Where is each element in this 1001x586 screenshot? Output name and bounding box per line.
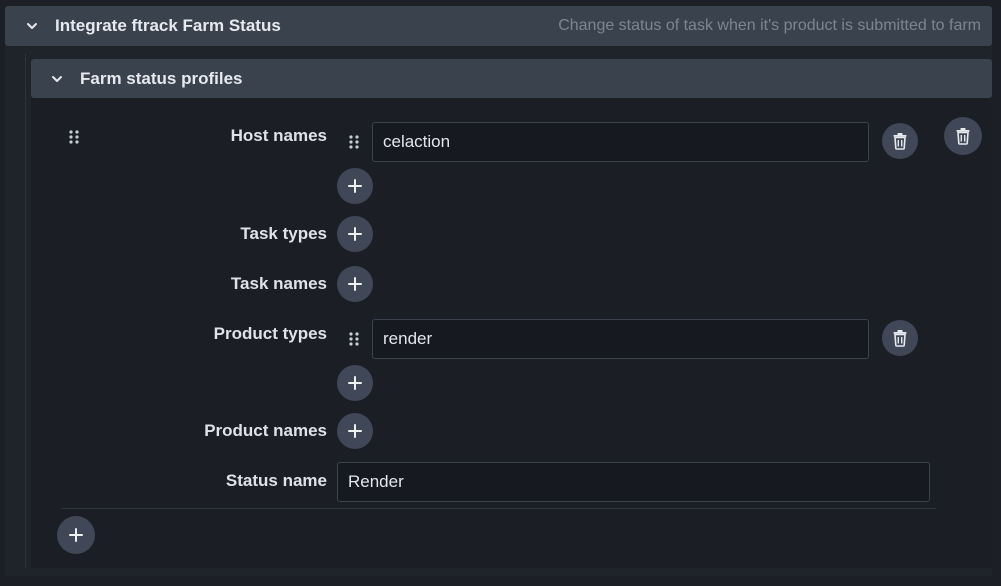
add-task-type-button[interactable] — [337, 216, 373, 252]
host-names-label: Host names — [230, 126, 327, 145]
add-product-name-button[interactable] — [337, 413, 373, 449]
plus-icon — [348, 376, 362, 390]
chevron-down-icon[interactable] — [26, 20, 38, 32]
trash-icon — [892, 329, 908, 347]
add-profile-button[interactable] — [57, 516, 95, 554]
profile-divider — [61, 508, 936, 509]
product-type-drag-handle-icon[interactable] — [348, 331, 360, 347]
section-title: Integrate ftrack Farm Status — [55, 16, 281, 35]
section-indent-rail — [25, 53, 26, 568]
add-product-type-button[interactable] — [337, 365, 373, 401]
add-task-name-button[interactable] — [337, 266, 373, 302]
status-name-value: Render — [348, 472, 404, 491]
status-name-label: Status name — [225, 471, 327, 490]
product-types-label: Product types — [213, 324, 327, 343]
plus-icon — [348, 424, 362, 438]
host-name-value: celaction — [383, 132, 451, 151]
product-names-label: Product names — [204, 421, 327, 440]
section-header-integrate-ftrack-farm-status[interactable]: Integrate ftrack Farm Status Change stat… — [5, 6, 992, 46]
add-host-name-button[interactable] — [337, 168, 373, 204]
host-name-drag-handle-icon[interactable] — [348, 134, 360, 150]
plus-icon — [348, 277, 362, 291]
plus-icon — [69, 528, 83, 542]
delete-profile-button[interactable] — [944, 117, 982, 155]
settings-panel: Integrate ftrack Farm Status Change stat… — [0, 0, 1001, 586]
subsection-title: Farm status profiles — [80, 68, 243, 88]
chevron-down-icon[interactable] — [51, 73, 63, 85]
trash-icon — [892, 132, 908, 150]
task-names-label: Task names — [230, 274, 327, 293]
delete-host-name-button[interactable] — [882, 123, 918, 159]
subsection-header-farm-status-profiles[interactable]: Farm status profiles — [31, 59, 992, 98]
plus-icon — [348, 179, 362, 193]
delete-product-type-button[interactable] — [882, 320, 918, 356]
status-name-input[interactable]: Render — [337, 462, 930, 502]
product-type-input[interactable]: render — [372, 319, 869, 359]
host-name-input[interactable]: celaction — [372, 122, 869, 162]
trash-icon — [955, 127, 971, 145]
plus-icon — [348, 227, 362, 241]
section-description: Change status of task when it's product … — [558, 17, 981, 34]
task-types-label: Task types — [240, 224, 327, 243]
profile-drag-handle-icon[interactable] — [68, 129, 80, 145]
product-type-value: render — [383, 329, 433, 348]
